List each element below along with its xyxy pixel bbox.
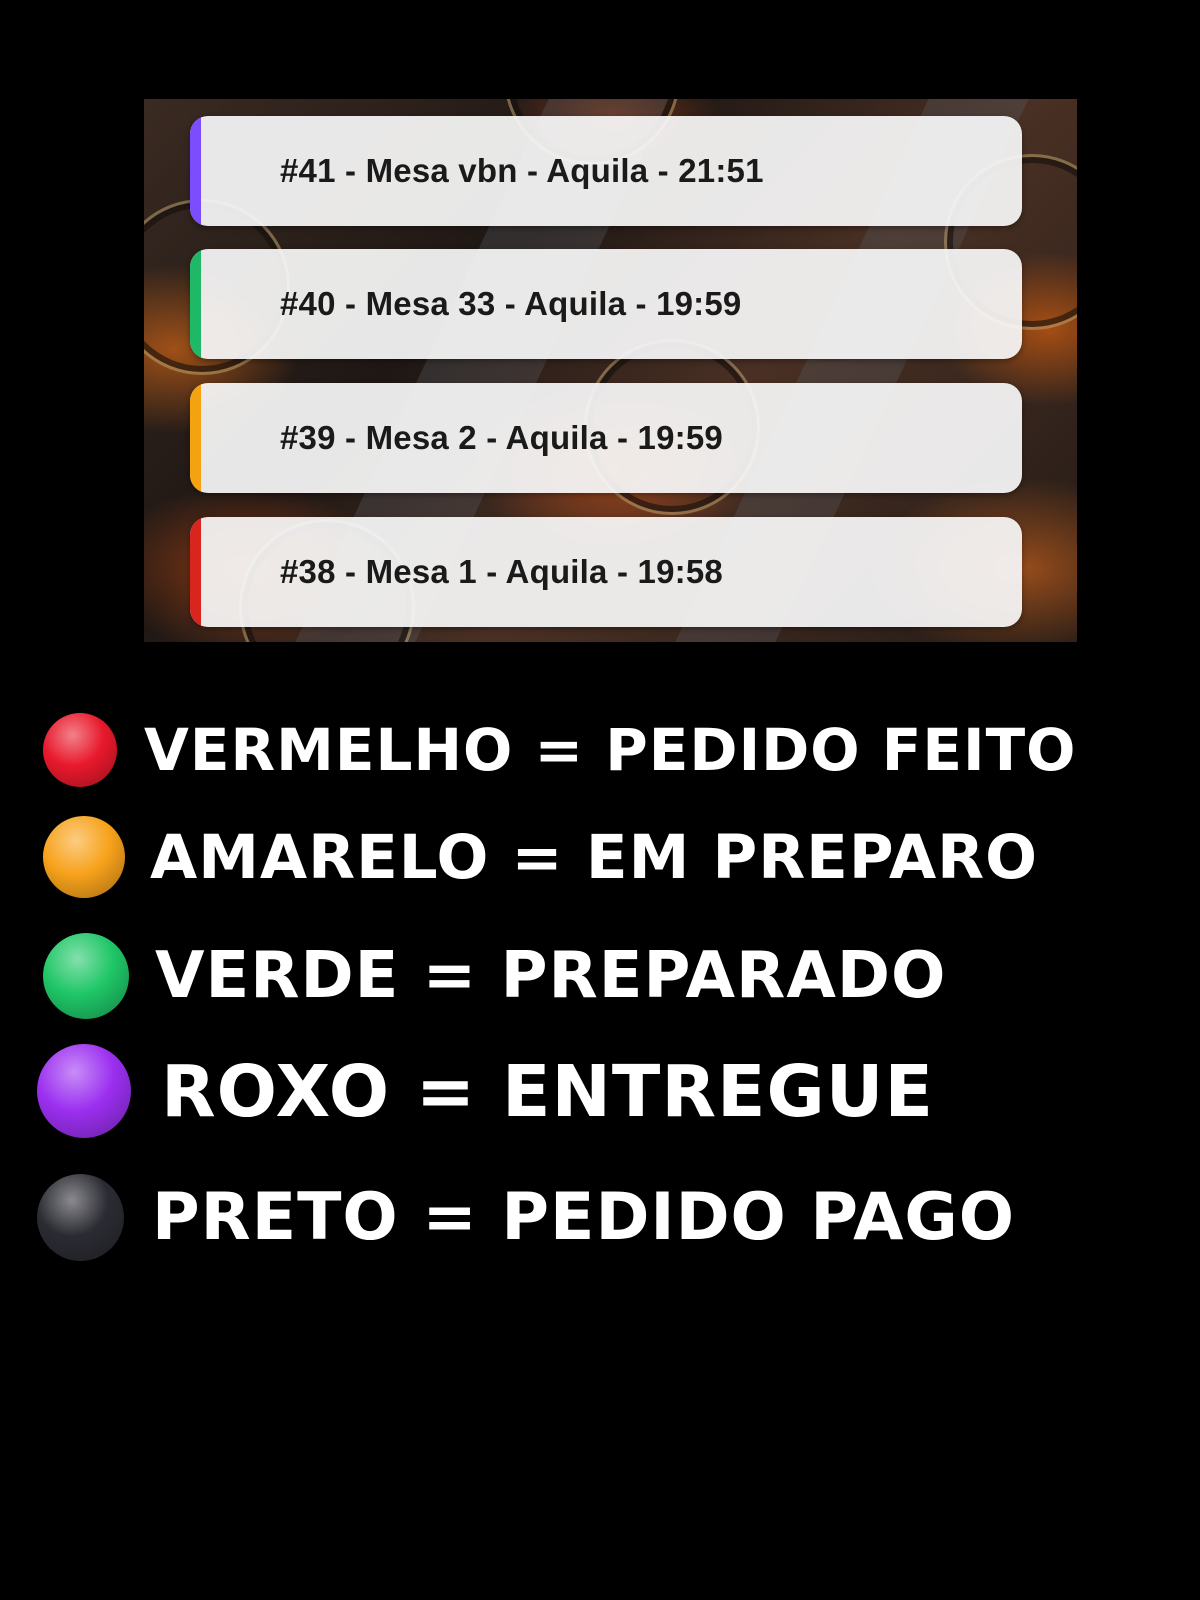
status-color-bar	[190, 116, 201, 226]
order-card[interactable]: #41 - Mesa vbn - Aquila - 21:51	[190, 116, 1022, 226]
order-label: #41 - Mesa vbn - Aquila - 21:51	[280, 152, 764, 189]
status-color-bar	[190, 517, 201, 627]
legend-item-green: VERDE = PREPARADO	[43, 933, 946, 1019]
order-label: #39 - Mesa 2 - Aquila - 19:59	[280, 419, 723, 456]
legend-item-black: PRETO = PEDIDO PAGO	[37, 1174, 1015, 1261]
order-card[interactable]: #38 - Mesa 1 - Aquila - 19:58	[190, 517, 1022, 627]
orders-screenshot-panel: #41 - Mesa vbn - Aquila - 21:51 #40 - Me…	[144, 99, 1077, 642]
legend-label: ROXO = ENTREGUE	[161, 1049, 934, 1133]
legend-item-red: VERMELHO = PEDIDO FEITO	[43, 713, 1076, 787]
green-circle-icon	[43, 933, 129, 1019]
order-label: #40 - Mesa 33 - Aquila - 19:59	[280, 285, 742, 322]
legend-label: VERMELHO = PEDIDO FEITO	[144, 716, 1077, 784]
legend-item-orange: AMARELO = EM PREPARO	[43, 816, 1038, 898]
red-circle-icon	[43, 713, 117, 787]
purple-circle-icon	[37, 1044, 131, 1138]
legend-label: AMARELO = EM PREPARO	[150, 821, 1038, 893]
status-color-bar	[190, 383, 201, 493]
status-color-bar	[190, 249, 201, 359]
orange-circle-icon	[43, 816, 125, 898]
order-card[interactable]: #39 - Mesa 2 - Aquila - 19:59	[190, 383, 1022, 493]
order-label: #38 - Mesa 1 - Aquila - 19:58	[280, 553, 723, 590]
order-card[interactable]: #40 - Mesa 33 - Aquila - 19:59	[190, 249, 1022, 359]
legend-item-purple: ROXO = ENTREGUE	[37, 1044, 934, 1138]
black-circle-icon	[37, 1174, 124, 1261]
legend-label: PRETO = PEDIDO PAGO	[152, 1180, 1016, 1255]
legend-label: VERDE = PREPARADO	[155, 939, 947, 1013]
